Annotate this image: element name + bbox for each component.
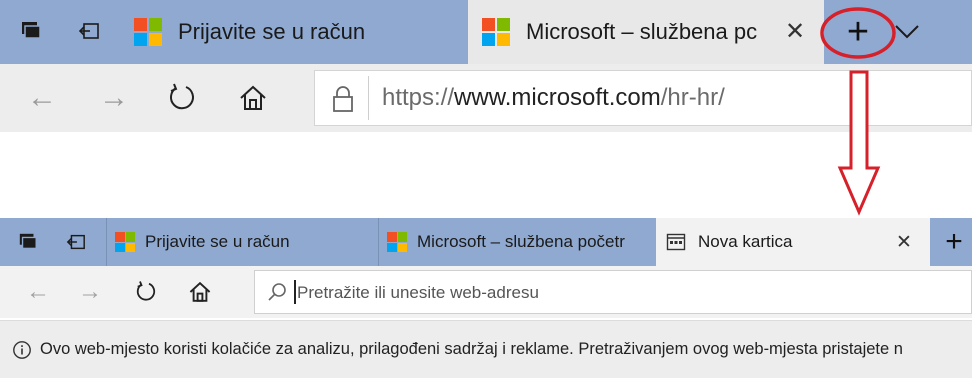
- lock-icon: [333, 86, 353, 112]
- red-down-arrow-annotation: [837, 70, 881, 216]
- tab-nova-kartica-active[interactable]: Nova kartica ✕: [656, 218, 930, 266]
- close-tab-icon[interactable]: ✕: [892, 230, 916, 254]
- forward-arrow-icon[interactable]: →: [74, 278, 106, 306]
- info-icon: [13, 341, 31, 359]
- tab-title: Prijavite se u račun: [145, 232, 290, 251]
- microsoft-logo-icon: [115, 232, 135, 252]
- address-divider: [368, 76, 369, 120]
- tab-prijavite[interactable]: Prijavite se u račun: [120, 0, 468, 64]
- red-circle-annotation: [820, 7, 896, 59]
- search-input[interactable]: Pretražite ili unesite web-adresu: [297, 283, 539, 303]
- home-icon[interactable]: [238, 83, 268, 113]
- set-aside-tabs-icon[interactable]: [78, 20, 100, 42]
- tab-title: Nova kartica: [698, 232, 793, 251]
- tab-title: Prijavite se u račun: [178, 19, 366, 44]
- back-arrow-icon[interactable]: ←: [22, 80, 62, 116]
- text-cursor: [294, 280, 296, 304]
- refresh-icon[interactable]: [166, 82, 198, 114]
- back-arrow-icon[interactable]: ←: [22, 278, 54, 306]
- tab-microsoft-active[interactable]: Microsoft – službena pc ✕: [468, 0, 824, 64]
- forward-arrow-icon[interactable]: →: [94, 80, 134, 116]
- search-icon: [268, 283, 286, 301]
- cookie-notice-text: Ovo web-mjesto koristi kolačiće za anali…: [40, 340, 903, 358]
- close-tab-icon[interactable]: ✕: [780, 16, 810, 46]
- set-aside-tabs-icon[interactable]: [66, 232, 86, 252]
- tab-prijavite[interactable]: Prijavite se u račun: [106, 218, 378, 266]
- new-tab-page-icon: [666, 233, 686, 251]
- tab-title: Microsoft – službena početr: [417, 232, 625, 251]
- home-icon[interactable]: [188, 280, 212, 304]
- microsoft-logo-icon: [387, 232, 407, 252]
- refresh-icon[interactable]: [134, 280, 158, 304]
- microsoft-logo-icon: [482, 18, 510, 46]
- tab-preview-icon[interactable]: [20, 20, 42, 42]
- tab-microsoft[interactable]: Microsoft – službena početr: [378, 218, 656, 266]
- new-tab-button[interactable]: +: [938, 225, 970, 258]
- tab-preview-icon[interactable]: [18, 232, 38, 252]
- microsoft-logo-icon: [134, 18, 162, 46]
- address-url[interactable]: https://www.microsoft.com/hr-hr/: [382, 84, 725, 112]
- tab-title: Microsoft – službena pc: [526, 19, 758, 44]
